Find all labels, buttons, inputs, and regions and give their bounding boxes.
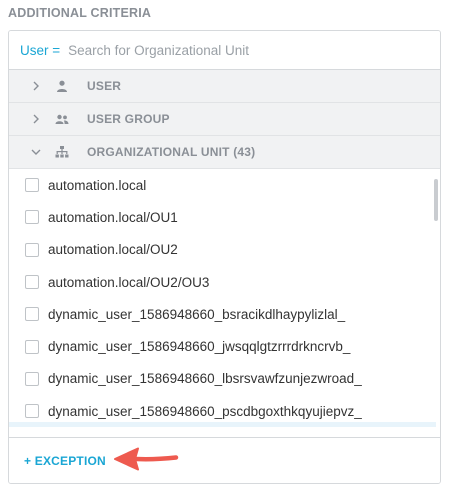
group-label-user: USER bbox=[87, 79, 122, 93]
list-item-partial[interactable] bbox=[9, 422, 436, 427]
list-item[interactable]: dynamic_user_1586948660_bsracikdlhaypyli… bbox=[9, 298, 440, 330]
item-checkbox[interactable] bbox=[25, 371, 39, 386]
criteria-panel: User = USER USER GROUP bbox=[8, 30, 441, 484]
search-prefix: User = bbox=[20, 42, 61, 58]
search-bar: User = bbox=[9, 31, 440, 70]
list-item[interactable]: dynamic_user_1586948660_jwsqqlgtzrrrdrkn… bbox=[9, 330, 440, 362]
list-item[interactable]: automation.local/OU2 bbox=[9, 234, 440, 266]
user-icon bbox=[53, 80, 71, 92]
chevron-down-icon bbox=[25, 148, 47, 156]
item-label: dynamic_user_1586948660_lbsrsvawfzunjezw… bbox=[48, 371, 362, 387]
chevron-right-icon bbox=[25, 81, 47, 91]
item-label: automation.local bbox=[48, 177, 147, 193]
list-item[interactable]: automation.local bbox=[9, 169, 440, 201]
item-checkbox[interactable] bbox=[25, 210, 39, 225]
item-label: automation.local/OU2 bbox=[48, 242, 178, 258]
group-label-user-group: USER GROUP bbox=[87, 112, 170, 126]
group-row-organizational-unit[interactable]: ORGANIZATIONAL UNIT (43) bbox=[9, 136, 440, 169]
annotation-arrow-icon bbox=[114, 447, 179, 471]
list-item[interactable]: dynamic_user_1586948660_lbsrsvawfzunjezw… bbox=[9, 363, 440, 395]
org-unit-icon bbox=[53, 146, 71, 158]
list-item[interactable]: automation.local/OU2/OU3 bbox=[9, 266, 440, 298]
group-row-user-group[interactable]: USER GROUP bbox=[9, 103, 440, 136]
item-checkbox[interactable] bbox=[25, 404, 39, 419]
list-scrollbar[interactable] bbox=[434, 179, 438, 221]
item-label: dynamic_user_1586948660_pscdbgoxthkqyuji… bbox=[48, 403, 362, 419]
group-row-user[interactable]: USER bbox=[9, 70, 440, 103]
search-input[interactable] bbox=[66, 41, 440, 59]
item-label: automation.local/OU2/OU3 bbox=[48, 274, 210, 290]
additional-criteria-page: ADDITIONAL CRITERIA User = USER USER GRO… bbox=[0, 0, 452, 492]
user-group-icon bbox=[53, 114, 71, 125]
item-checkbox[interactable] bbox=[25, 275, 39, 290]
item-checkbox[interactable] bbox=[25, 242, 39, 257]
item-label: automation.local/OU1 bbox=[48, 209, 178, 225]
section-title: ADDITIONAL CRITERIA bbox=[8, 6, 152, 20]
group-label-organizational-unit: ORGANIZATIONAL UNIT (43) bbox=[87, 145, 256, 159]
item-checkbox[interactable] bbox=[25, 339, 39, 354]
panel-footer: + EXCEPTION bbox=[9, 437, 440, 483]
item-checkbox[interactable] bbox=[25, 307, 39, 322]
item-label: dynamic_user_1586948660_bsracikdlhaypyli… bbox=[48, 306, 346, 322]
add-exception-button[interactable]: + EXCEPTION bbox=[24, 454, 106, 468]
item-label: dynamic_user_1586948660_jwsqqlgtzrrrdrkn… bbox=[48, 339, 351, 355]
chevron-right-icon bbox=[25, 114, 47, 124]
list-item[interactable]: automation.local/OU1 bbox=[9, 201, 440, 233]
item-checkbox[interactable] bbox=[25, 178, 39, 193]
org-unit-list: automation.local automation.local/OU1 au… bbox=[9, 169, 440, 427]
